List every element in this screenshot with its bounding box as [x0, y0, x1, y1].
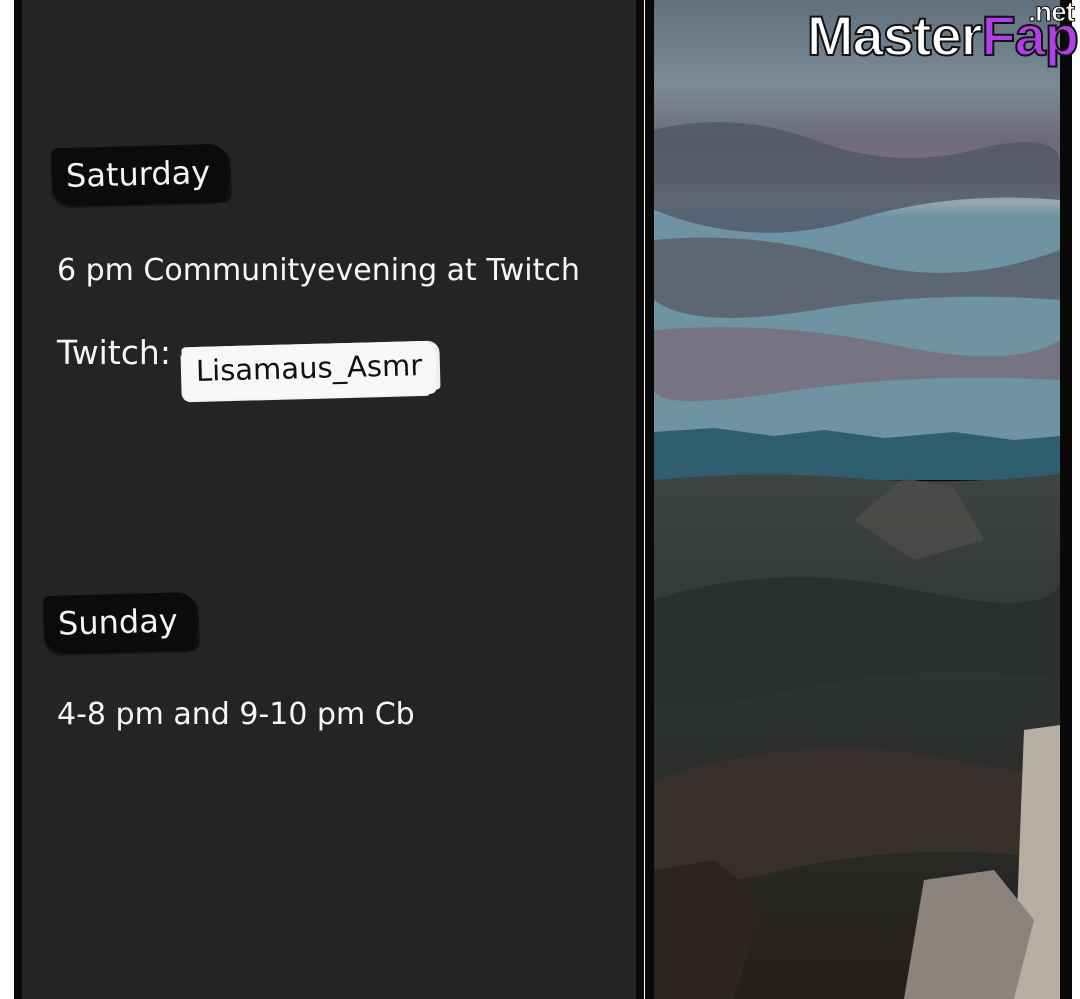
twitch-label: Twitch:: [57, 333, 171, 372]
watermark-tld-text: .net: [1028, 0, 1076, 27]
sunday-heading: Sunday: [43, 592, 197, 654]
sunday-event-text: 4-8 pm and 9-10 pm Cb: [57, 697, 415, 732]
watermark-master-text: Master: [806, 4, 984, 67]
saturday-heading: Saturday: [51, 143, 229, 207]
landscape-illustration: [654, 0, 1060, 999]
twitch-handle-tag: Lisamaus_Asmr: [181, 340, 437, 401]
site-watermark: MasterFap .net: [806, 0, 1080, 65]
story-screenshot: Saturday 6 pm Communityevening at Twitch…: [0, 0, 1080, 999]
saturday-event-text: 6 pm Communityevening at Twitch: [57, 253, 580, 288]
landscape-photo: [654, 0, 1060, 999]
